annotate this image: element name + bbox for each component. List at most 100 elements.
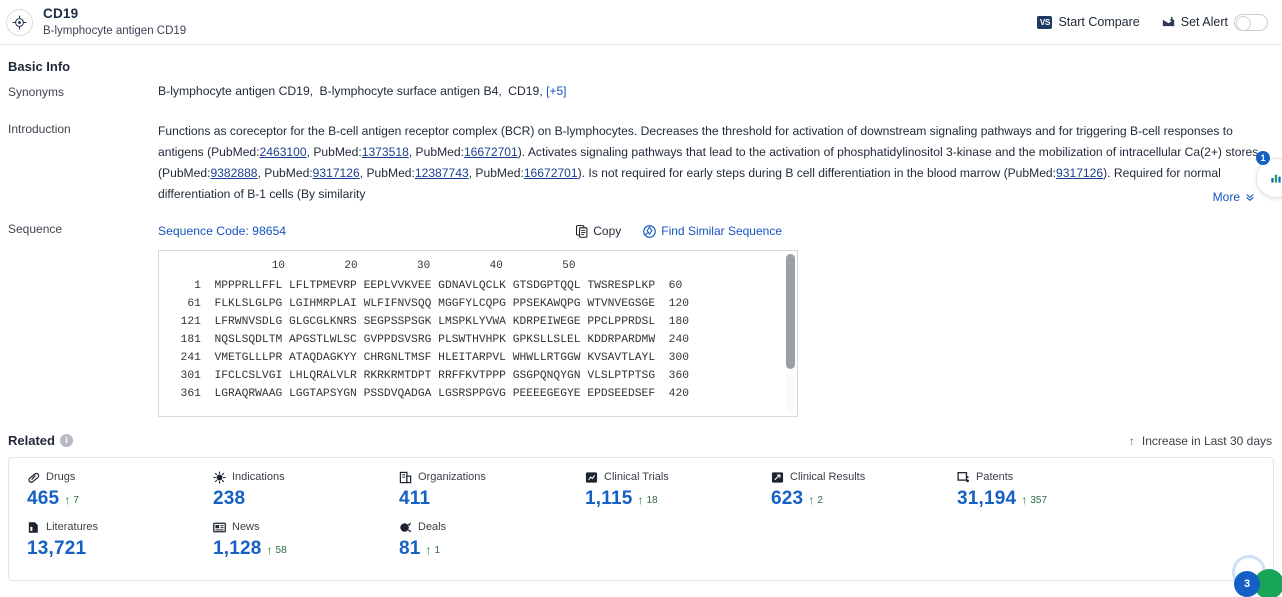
copy-icon [575, 224, 588, 238]
sequence-toolbar: Sequence Code: 98654 Copy Find Similar S… [158, 221, 1274, 241]
basic-info-title: Basic Info [8, 59, 71, 74]
stat-value: 465 [27, 488, 60, 509]
main-content: Basic Info Synonyms B-lymphocyte antigen… [0, 45, 1282, 581]
stat-value: 411 [399, 488, 431, 509]
page-header: CD19 B-lymphocyte antigen CD19 VS Start … [0, 0, 1282, 45]
start-compare-button[interactable]: VS Start Compare [1037, 15, 1140, 29]
introduction-label: Introduction [8, 122, 71, 136]
stat-clinical-results[interactable]: Clinical Results 623 ↑ 2 [753, 470, 939, 510]
set-alert-button[interactable]: Set Alert [1162, 13, 1268, 31]
page-title: CD19 [43, 5, 79, 21]
synonyms-value: B-lymphocyte antigen CD19, B-lymphocyte … [158, 84, 547, 98]
pubmed-link[interactable]: 2463100 [260, 145, 307, 159]
sequence-line: 361 LGRAQRWAAG LGGTAPSYGN PSSDVQADGA LGS… [167, 388, 690, 400]
sequence-line: 121 LFRWNVSDLG GLGCGLKNRS SEGPSSPSGK LMS… [167, 316, 690, 328]
stat-clinical-trials[interactable]: Clinical Trials 1,115 ↑ 18 [567, 470, 753, 510]
arrow-up-icon: ↑ [64, 493, 71, 507]
sequence-rows: 1 MPPPRLLFFL LFLTPMEVRP EEPLVVKVEE GDNAV… [159, 273, 797, 403]
introduction-more-button[interactable]: More [1190, 190, 1256, 204]
stat-delta: ↑ 2 [808, 494, 823, 506]
patent-icon [957, 471, 970, 484]
stat-label: Literatures [46, 521, 98, 533]
sequence-label: Sequence [8, 222, 63, 236]
stat-deals[interactable]: Deals 81 ↑ 1 [381, 520, 567, 560]
search-similar-icon [643, 224, 657, 238]
stat-organizations[interactable]: Organizations 411 [381, 470, 567, 510]
synonyms-more-link[interactable]: [+5] [546, 84, 566, 98]
news-icon [213, 521, 226, 534]
stat-indications[interactable]: Indications 238 [195, 470, 381, 510]
stat-delta-value: 7 [73, 494, 79, 506]
set-alert-label: Set Alert [1180, 15, 1228, 29]
stat-header: Literatures [27, 520, 195, 534]
pubmed-link[interactable]: 16672701 [524, 166, 578, 180]
page-subtitle: B-lymphocyte antigen CD19 [43, 24, 187, 37]
stat-label: Organizations [418, 471, 486, 483]
sequence-line: 181 NQSLSQDLTM APGSTLWLSC GVPPDSVSRG PLS… [167, 334, 690, 346]
stat-label: Deals [418, 521, 447, 533]
deal-icon [399, 521, 412, 534]
stat-label: Clinical Results [790, 471, 866, 483]
introduction-row: Introduction Functions as coreceptor for… [8, 121, 1274, 205]
synonym-item: CD19 [508, 84, 540, 98]
sequence-scrollbar[interactable] [786, 254, 795, 414]
building-icon [399, 471, 412, 484]
stat-value-row: 465 ↑ 7 [27, 488, 195, 510]
intro-paragraph-3: ). Is not required for early steps durin… [577, 166, 1057, 180]
stat-patents[interactable]: Patents 31,194 ↑ 357 [939, 470, 1125, 510]
sequence-code[interactable]: Sequence Code: 98654 [158, 224, 286, 238]
sequence-viewer[interactable]: 10 20 30 40 50 1 MPPPRLLFFL LFLTPMEVRP E… [158, 250, 798, 417]
arrow-up-icon: ↑ [425, 543, 432, 557]
stat-news[interactable]: News 1,128 ↑ 58 [195, 520, 381, 560]
stat-value: 623 [771, 488, 804, 509]
stat-value: 238 [213, 488, 246, 509]
arrow-up-icon: ↑ [637, 493, 644, 507]
stat-drugs[interactable]: Drugs 465 ↑ 7 [9, 470, 195, 510]
sequence-line: 1 MPPPRLLFFL LFLTPMEVRP EEPLVVKVEE GDNAV… [167, 280, 683, 292]
stat-delta-value: 58 [275, 544, 287, 556]
sequence-line: 301 IFCLCSLVGI LHLQRALVLR RKRKRMTDPT RRF… [167, 370, 690, 382]
copy-label: Copy [593, 224, 622, 238]
stat-header: Organizations [399, 470, 567, 484]
literature-icon [27, 521, 40, 534]
stat-value: 81 [399, 538, 421, 559]
stat-literatures[interactable]: Literatures 13,721 [9, 520, 195, 560]
related-header: Related i ↑ Increase in Last 30 days [8, 417, 1274, 457]
stat-delta-value: 18 [646, 494, 658, 506]
stat-label: Clinical Trials [604, 471, 669, 483]
introduction-text: Functions as coreceptor for the B-cell a… [158, 124, 1259, 201]
info-icon[interactable]: i [59, 434, 73, 447]
floating-widget-badge[interactable]: 1 [1256, 151, 1270, 165]
stat-value: 13,721 [27, 538, 87, 559]
related-legend-label: Increase in Last 30 days [1141, 433, 1272, 448]
sequence-ruler: 10 20 30 40 50 [219, 260, 576, 272]
alert-toggle[interactable] [1234, 13, 1268, 31]
copy-button[interactable]: Copy [575, 224, 621, 238]
arrow-up-icon: ↑ [266, 543, 273, 557]
stat-header: Deals [399, 520, 567, 534]
pubmed-link[interactable]: 12387743 [415, 166, 469, 180]
arrow-up-icon: ↑ [1128, 433, 1135, 448]
stat-label: News [232, 521, 260, 533]
header-titles: CD19 B-lymphocyte antigen CD19 [43, 6, 186, 38]
sequence-scroll-thumb[interactable] [786, 254, 795, 369]
clinical-trial-icon [585, 471, 598, 484]
pubmed-link[interactable]: 9382888 [210, 166, 257, 180]
stat-value-row: 1,128 ↑ 58 [213, 538, 381, 560]
pubmed-link[interactable]: 9317126 [313, 166, 360, 180]
floating-bottom-badge[interactable]: 3 [1234, 571, 1260, 597]
stat-value-row: 238 [213, 488, 381, 510]
find-similar-label: Find Similar Sequence [661, 224, 782, 238]
pubmed-link[interactable]: 9317126 [1056, 166, 1103, 180]
vs-icon: VS [1037, 15, 1053, 29]
stat-label: Patents [976, 471, 1014, 483]
pubmed-link[interactable]: 16672701 [464, 145, 518, 159]
synonyms-label: Synonyms [8, 85, 65, 99]
more-label: More [1212, 190, 1240, 204]
find-similar-sequence-button[interactable]: Find Similar Sequence [643, 224, 782, 238]
stat-delta: ↑ 18 [638, 494, 658, 506]
synonym-item: B-lymphocyte surface antigen B4 [319, 84, 499, 98]
stat-delta-value: 2 [817, 494, 823, 506]
stat-value: 31,194 [957, 488, 1017, 509]
pubmed-link[interactable]: 1373518 [362, 145, 409, 159]
